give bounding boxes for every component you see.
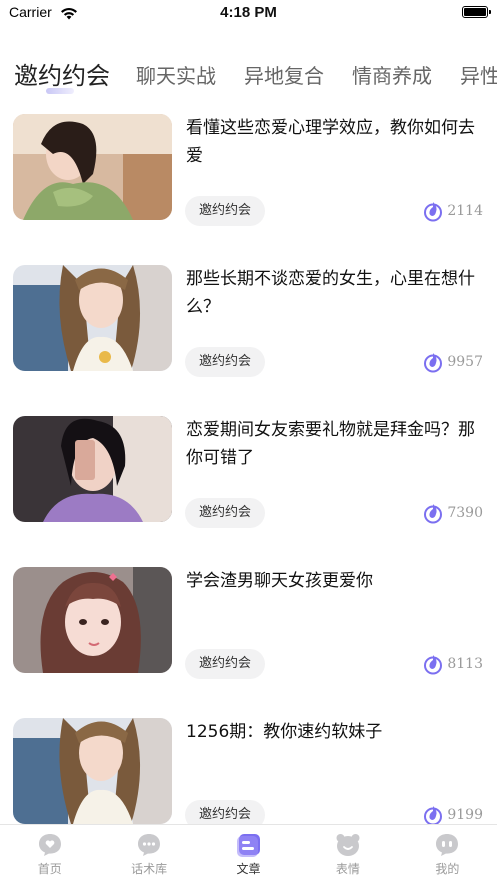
view-count: 9957 [423,351,483,373]
tab-opposite-sex[interactable]: 异性 [460,60,497,89]
article-item[interactable]: 恋爱期间女友索要礼物就是拜金吗？那你可错了 邀约约会 7390 [0,416,497,528]
view-count-value: 2114 [447,203,483,219]
tabbar-stickers[interactable]: 表情 [298,825,397,883]
tabbar-profile-label: 我的 [435,862,460,876]
tabbar-articles[interactable]: 文章 [199,825,298,883]
article-title[interactable]: 看懂这些恋爱心理学效应，教你如何去爱 [186,114,478,170]
article-item[interactable]: 看懂这些恋爱心理学效应，教你如何去爱 邀约约会 2114 [0,114,497,226]
flame-icon [424,202,443,222]
bottom-tab-bar: 首页 话术库 文章 表情 我的 [0,824,497,883]
article-thumbnail [13,265,172,371]
view-count: 2114 [423,200,483,222]
article-tag[interactable]: 邀约约会 [185,649,266,679]
tab-dating[interactable]: 邀约约会 [14,56,110,91]
article-title[interactable]: 学会渣男聊天女孩更爱你 [186,567,478,595]
active-tab-indicator [46,88,74,94]
chat-bubble-icon [138,834,161,856]
article-title[interactable]: 那些长期不谈恋爱的女生，心里在想什么？ [186,265,478,321]
article-item[interactable]: 学会渣男聊天女孩更爱你 邀约约会 8113 [0,567,497,679]
tabbar-stickers-label: 表情 [335,862,360,876]
heart-chat-icon [38,834,61,856]
flame-icon [424,806,443,826]
tab-eq[interactable]: 情商养成 [352,60,432,89]
tab-long-distance[interactable]: 异地复合 [244,60,324,89]
view-count: 8113 [423,653,483,675]
tab-chat-practice[interactable]: 聊天实战 [136,60,216,89]
article-item[interactable]: 1256期：教你速约软妹子 邀约约会 9199 [0,718,497,830]
tabbar-phrasebook[interactable]: 话术库 [99,825,198,883]
view-count-value: 7390 [447,505,483,521]
tabbar-phrasebook-label: 话术库 [131,862,168,876]
tabbar-home-label: 首页 [37,862,62,876]
tabbar-home[interactable]: 首页 [0,825,99,883]
flame-icon [424,504,443,524]
view-count-value: 9957 [447,354,483,370]
article-item[interactable]: 那些长期不谈恋爱的女生，心里在想什么？ 邀约约会 9957 [0,265,497,377]
flame-icon [424,353,443,373]
tabbar-profile[interactable]: 我的 [398,825,497,883]
view-count: 7390 [423,502,483,524]
view-count: 9199 [423,804,483,826]
flame-icon [424,655,443,675]
article-thumbnail [13,718,172,824]
status-bar: Carrier 4:18 PM [0,0,497,26]
view-count-value: 8113 [447,656,483,672]
article-thumbnail [13,416,172,522]
article-thumbnail [13,567,172,673]
article-title[interactable]: 恋爱期间女友索要礼物就是拜金吗？那你可错了 [186,416,478,472]
article-title[interactable]: 1256期：教你速约软妹子 [186,718,478,746]
article-tag[interactable]: 邀约约会 [185,196,266,226]
battery-icon [462,6,491,18]
profile-chat-icon [436,834,459,856]
category-tabs: 邀约约会 聊天实战 异地复合 情商养成 异性 [0,52,497,98]
tabbar-articles-label: 文章 [236,862,261,876]
article-icon [236,834,260,857]
view-count-value: 9199 [447,807,483,823]
article-thumbnail [13,114,172,220]
bear-face-icon [336,834,360,856]
article-tag[interactable]: 邀约约会 [185,347,266,377]
article-tag[interactable]: 邀约约会 [185,498,266,528]
clock: 4:18 PM [220,4,277,21]
